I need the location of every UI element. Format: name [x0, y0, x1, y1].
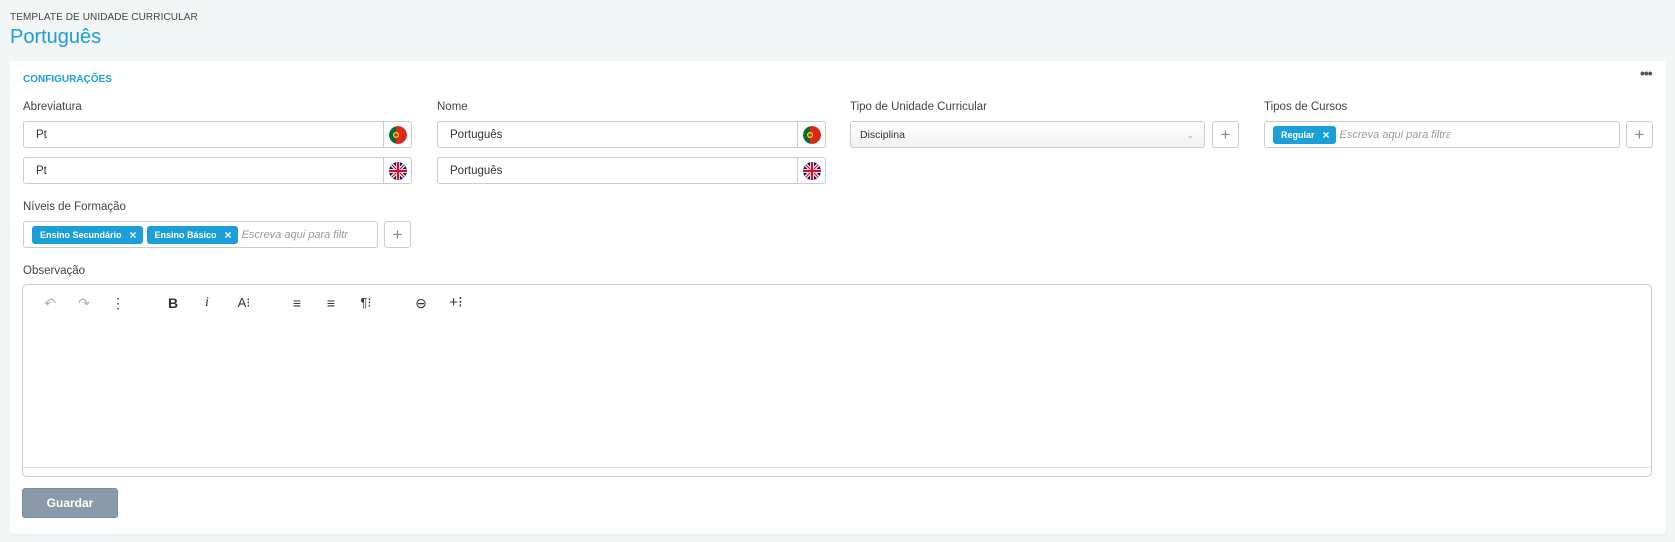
nome-pt-input[interactable]: Português	[437, 121, 798, 148]
abreviatura-label: Abreviatura	[23, 101, 82, 113]
tipos-cursos-filter-input[interactable]	[1339, 128, 1450, 141]
tag-label: Regular	[1281, 129, 1315, 140]
niveis-formacao-multiselect[interactable]: Ensino Secundário × Ensino Básico ×	[23, 221, 378, 248]
plus-icon: +	[392, 224, 403, 244]
add-tipo-unidade-button[interactable]: +	[1212, 121, 1239, 148]
observacao-label: Observação	[23, 265, 86, 277]
uk-flag-icon	[388, 161, 407, 180]
page-eyebrow: TEMPLATE DE UNIDADE CURRICULAR	[10, 12, 198, 23]
editor-divider	[23, 467, 1651, 468]
abreviatura-pt-input[interactable]: Pt	[23, 121, 384, 148]
add-nivel-formacao-button[interactable]: +	[384, 221, 411, 248]
tipo-unidade-value: Disciplina	[860, 128, 905, 141]
paragraph-icon[interactable]: ¶⁝	[354, 293, 378, 313]
en-flag-button[interactable]	[798, 157, 826, 184]
tag-ensino-basico: Ensino Básico ×	[146, 225, 238, 244]
pt-flag-button[interactable]	[798, 121, 826, 148]
more-horizontal-icon[interactable]: •••	[1640, 66, 1656, 80]
tipos-cursos-multiselect[interactable]: Regular ×	[1264, 121, 1620, 148]
abreviatura-en-input[interactable]: Pt	[23, 157, 384, 184]
portugal-flag-icon	[388, 125, 407, 144]
align-center-icon[interactable]: ≡	[321, 293, 341, 313]
tipos-cursos-label: Tipos de Cursos	[1264, 101, 1348, 113]
align-left-icon[interactable]: ≡	[287, 293, 307, 313]
portugal-flag-icon	[802, 125, 821, 144]
tipo-unidade-label: Tipo de Unidade Curricular	[850, 101, 988, 113]
plus-icon: +	[1220, 124, 1231, 144]
redo-icon[interactable]: ↷	[74, 293, 94, 313]
save-button[interactable]: Guardar	[22, 488, 118, 518]
more-vertical-icon[interactable]: ⋮	[108, 293, 128, 313]
close-icon[interactable]: ×	[130, 228, 137, 242]
undo-icon[interactable]: ↶	[40, 293, 60, 313]
nome-en-input[interactable]: Português	[437, 157, 798, 184]
chevron-down-icon: ⌄	[1186, 130, 1194, 140]
tag-label: Ensino Básico	[154, 229, 217, 240]
italic-icon[interactable]: i	[197, 293, 217, 313]
plus-icon: +	[1634, 124, 1645, 144]
tag-ensino-secundario: Ensino Secundário ×	[32, 225, 143, 244]
en-flag-button[interactable]	[384, 157, 412, 184]
insert-icon[interactable]: +⁝	[444, 293, 468, 313]
close-icon[interactable]: ×	[1323, 128, 1330, 142]
page-title: Português	[10, 26, 102, 48]
section-title: CONFIGURAÇÕES	[23, 74, 112, 85]
observacao-editor[interactable]	[22, 284, 1652, 477]
tipo-unidade-select[interactable]: Disciplina ⌄	[850, 121, 1205, 148]
bold-icon[interactable]: B	[163, 293, 183, 313]
pt-flag-button[interactable]	[384, 121, 412, 148]
niveis-formacao-filter-input[interactable]	[241, 228, 348, 241]
add-tipo-curso-button[interactable]: +	[1626, 121, 1653, 148]
niveis-formacao-label: Níveis de Formação	[23, 201, 126, 213]
nome-label: Nome	[437, 101, 468, 113]
uk-flag-icon	[802, 161, 821, 180]
link-icon[interactable]: ⊖	[411, 293, 431, 313]
tag-label: Ensino Secundário	[40, 229, 122, 240]
tag-regular: Regular ×	[1273, 125, 1336, 144]
close-icon[interactable]: ×	[225, 228, 232, 242]
font-size-icon[interactable]: A⁝	[232, 293, 256, 313]
